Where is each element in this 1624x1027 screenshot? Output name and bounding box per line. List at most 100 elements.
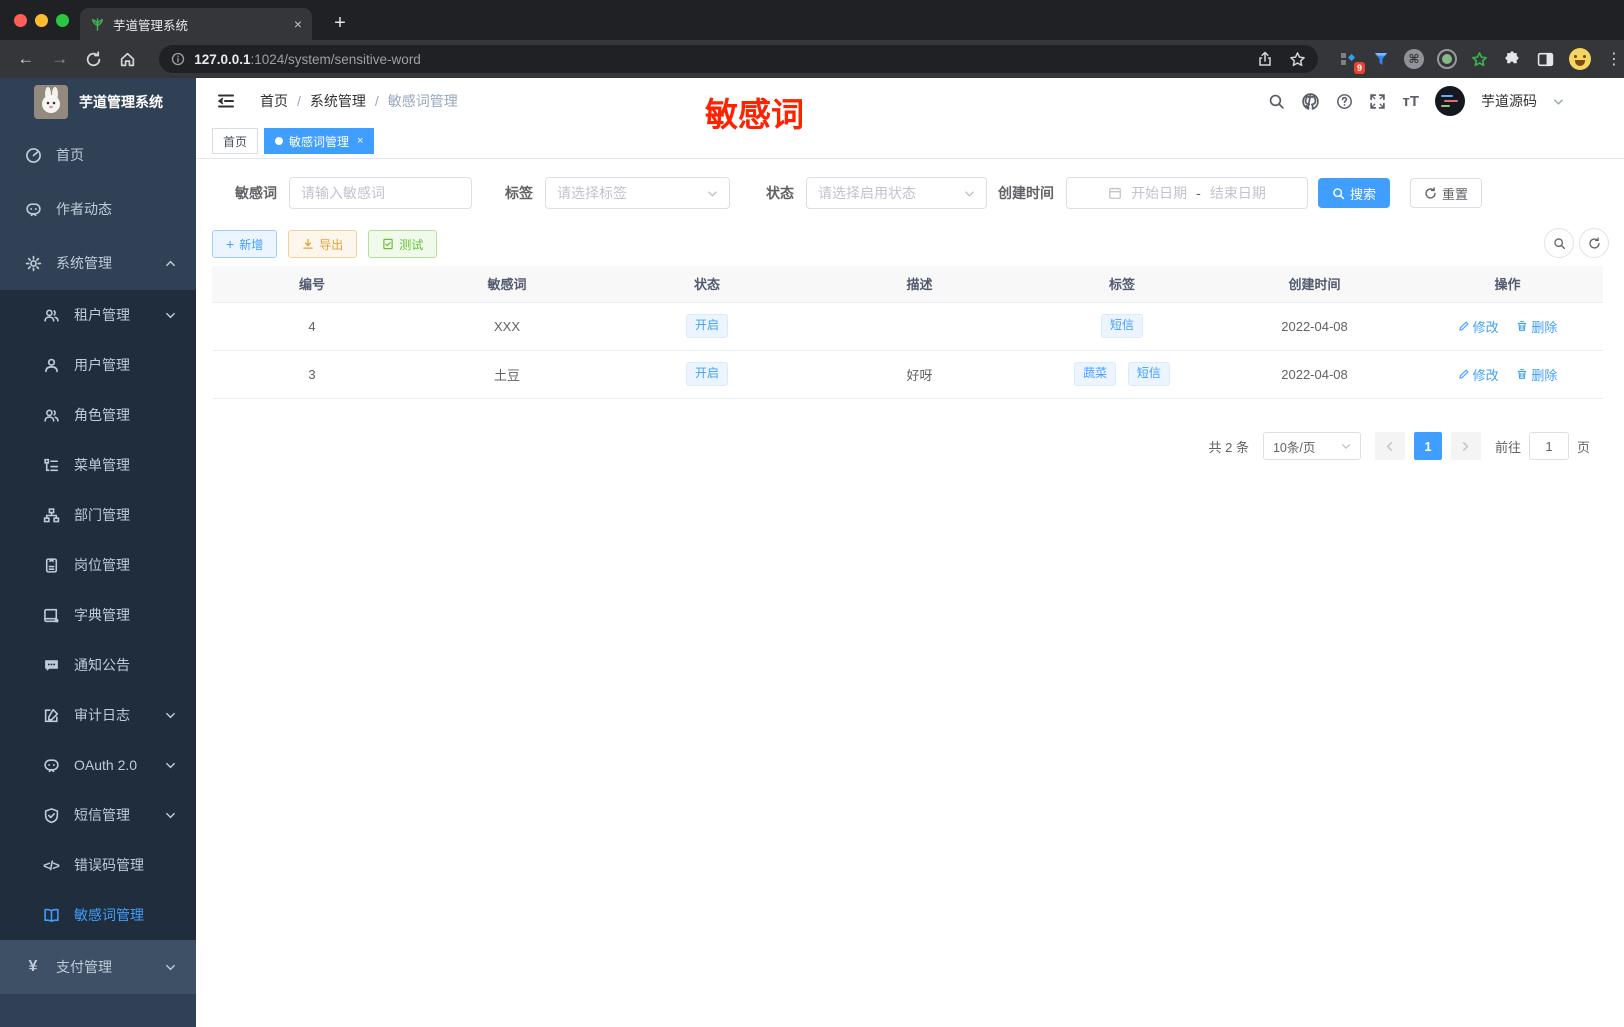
view-tab-sensitive-word[interactable]: 敏感词管理 × bbox=[264, 128, 375, 154]
sidebar-item-dict[interactable]: 字典管理 bbox=[0, 590, 196, 640]
add-button-label: 新增 bbox=[239, 237, 264, 252]
funnel-extension-icon[interactable] bbox=[1371, 49, 1391, 69]
sidebar-item-sensitive-word[interactable]: 敏感词管理 bbox=[0, 890, 196, 940]
table-header-row: 编号 敏感词 状态 描述 标签 创建时间 操作 bbox=[212, 266, 1603, 303]
sidebar-item-home[interactable]: 首页 bbox=[0, 128, 196, 182]
sidebar-item-label: 错误码管理 bbox=[74, 857, 144, 873]
sidebar-item-sms[interactable]: 短信管理 bbox=[0, 790, 196, 840]
hide-search-button[interactable] bbox=[1544, 228, 1574, 258]
sidebar-item-audit-log[interactable]: 审计日志 bbox=[0, 690, 196, 740]
zoom-window-button[interactable] bbox=[56, 14, 69, 27]
extension-tiles-icon[interactable]: 9 bbox=[1338, 49, 1365, 74]
breadcrumb-separator: / bbox=[297, 93, 301, 109]
edit-link[interactable]: 修改 bbox=[1458, 365, 1499, 384]
search-icon[interactable] bbox=[1268, 93, 1285, 110]
username[interactable]: 芋道源码 bbox=[1481, 91, 1537, 111]
browser-tabstrip: 芋道管理系统 × + bbox=[0, 0, 1624, 40]
next-page-button[interactable] bbox=[1450, 432, 1481, 460]
sidebar-item-label: 用户管理 bbox=[74, 357, 130, 373]
col-status: 状态 bbox=[602, 266, 812, 303]
sidebar-item-oauth[interactable]: OAuth 2.0 bbox=[0, 740, 196, 790]
github-icon[interactable] bbox=[1301, 92, 1320, 111]
command-extension-icon[interactable]: ⌘ bbox=[1403, 49, 1424, 69]
help-icon[interactable] bbox=[1336, 93, 1353, 110]
date-range-picker[interactable]: 开始日期 - 结束日期 bbox=[1066, 177, 1308, 209]
reload-icon[interactable] bbox=[84, 49, 104, 69]
puzzle-extensions-icon[interactable] bbox=[1503, 49, 1523, 69]
sidebar-item-system[interactable]: 系统管理 bbox=[0, 236, 196, 290]
profile-avatar-icon[interactable] bbox=[1568, 48, 1591, 70]
sidebar-item-pay[interactable]: ¥ 支付管理 bbox=[0, 940, 196, 994]
sidebar-item-notice[interactable]: 通知公告 bbox=[0, 640, 196, 690]
chevron-down-icon bbox=[165, 810, 176, 821]
page-size-select[interactable]: 10条/页 bbox=[1262, 432, 1361, 460]
bookmark-star-icon[interactable] bbox=[1289, 51, 1306, 68]
fullscreen-icon[interactable] bbox=[1369, 93, 1386, 110]
goto-unit: 页 bbox=[1576, 439, 1590, 455]
search-button[interactable]: 搜索 bbox=[1318, 178, 1391, 208]
address-bar[interactable]: 127.0.0.1:1024/system/sensitive-word bbox=[159, 45, 1318, 73]
forward-icon[interactable]: → bbox=[50, 49, 70, 69]
date-separator: - bbox=[1196, 185, 1201, 201]
plus-icon: + bbox=[226, 236, 235, 252]
recorder-extension-icon[interactable] bbox=[1436, 49, 1457, 69]
collapse-sidebar-icon[interactable] bbox=[216, 91, 236, 111]
tag-select[interactable]: 请选择标签 bbox=[545, 177, 730, 209]
new-tab-button[interactable]: + bbox=[326, 9, 354, 37]
sidebar-item-error-code[interactable]: </> 错误码管理 bbox=[0, 840, 196, 890]
sidebar-item-dept[interactable]: 部门管理 bbox=[0, 490, 196, 540]
extension-badge: 9 bbox=[1353, 62, 1365, 74]
sidebar-item-menu-admin[interactable]: 菜单管理 bbox=[0, 440, 196, 490]
view-tab-label: 敏感词管理 bbox=[289, 134, 350, 149]
sidebar-item-author-news[interactable]: 作者动态 bbox=[0, 182, 196, 236]
user-avatar[interactable] bbox=[1435, 86, 1465, 116]
status-select[interactable]: 请选择启用状态 bbox=[806, 177, 987, 209]
goto-page-input[interactable] bbox=[1528, 432, 1569, 460]
close-window-button[interactable] bbox=[14, 14, 27, 27]
site-info-icon[interactable] bbox=[171, 52, 185, 66]
cell-id: 4 bbox=[212, 302, 412, 351]
back-icon[interactable]: ← bbox=[16, 49, 36, 69]
refresh-table-button[interactable] bbox=[1579, 228, 1609, 258]
breadcrumb-home[interactable]: 首页 bbox=[260, 91, 288, 111]
prev-page-button[interactable] bbox=[1374, 432, 1405, 460]
sidebar-item-label: 短信管理 bbox=[74, 807, 130, 823]
breadcrumb-system[interactable]: 系统管理 bbox=[310, 91, 366, 111]
tab-close-icon[interactable]: × bbox=[357, 135, 363, 147]
browser-menu-icon[interactable]: ⋮ bbox=[1604, 49, 1624, 69]
minimize-window-button[interactable] bbox=[35, 14, 48, 27]
tree-list-icon bbox=[42, 457, 60, 474]
sidebar-item-user[interactable]: 用户管理 bbox=[0, 340, 196, 390]
sidebar-item-label: 租户管理 bbox=[74, 307, 130, 323]
app-title: 芋道管理系统 bbox=[79, 94, 163, 110]
view-tab-home[interactable]: 首页 bbox=[212, 128, 259, 154]
delete-link[interactable]: 删除 bbox=[1516, 317, 1557, 336]
sidepanel-icon[interactable] bbox=[1536, 49, 1556, 69]
tag-select-placeholder: 请选择标签 bbox=[557, 185, 627, 201]
home-icon[interactable] bbox=[117, 49, 137, 69]
total-count: 共 2 条 bbox=[1208, 439, 1249, 455]
delete-link[interactable]: 删除 bbox=[1516, 365, 1557, 384]
test-button[interactable]: 测试 bbox=[368, 230, 438, 258]
share-icon[interactable] bbox=[1257, 51, 1273, 67]
browser-tab[interactable]: 芋道管理系统 × bbox=[80, 8, 312, 40]
delete-link-label: 删除 bbox=[1531, 319, 1558, 335]
font-size-icon[interactable]: тT bbox=[1402, 93, 1419, 110]
sidebar-logo-row[interactable]: 芋道管理系统 bbox=[0, 78, 196, 126]
keyword-label: 敏感词 bbox=[235, 185, 277, 201]
col-description: 描述 bbox=[812, 266, 1027, 303]
export-button[interactable]: 导出 bbox=[288, 230, 358, 258]
sidebar-item-tenant[interactable]: 租户管理 bbox=[0, 290, 196, 340]
star-extension-icon[interactable] bbox=[1470, 49, 1490, 69]
sidebar-item-role[interactable]: 角色管理 bbox=[0, 390, 196, 440]
add-button[interactable]: + 新增 bbox=[212, 230, 278, 258]
sidebar-item-label: 岗位管理 bbox=[74, 557, 130, 573]
keyword-input[interactable] bbox=[289, 177, 472, 209]
tab-close-icon[interactable]: × bbox=[294, 16, 302, 32]
caret-down-icon[interactable] bbox=[1553, 96, 1564, 107]
reset-button[interactable]: 重置 bbox=[1410, 178, 1483, 208]
chevron-down-icon bbox=[707, 188, 718, 199]
current-page-button[interactable]: 1 bbox=[1413, 432, 1442, 460]
edit-link[interactable]: 修改 bbox=[1458, 317, 1499, 336]
sidebar-item-post[interactable]: 岗位管理 bbox=[0, 540, 196, 590]
